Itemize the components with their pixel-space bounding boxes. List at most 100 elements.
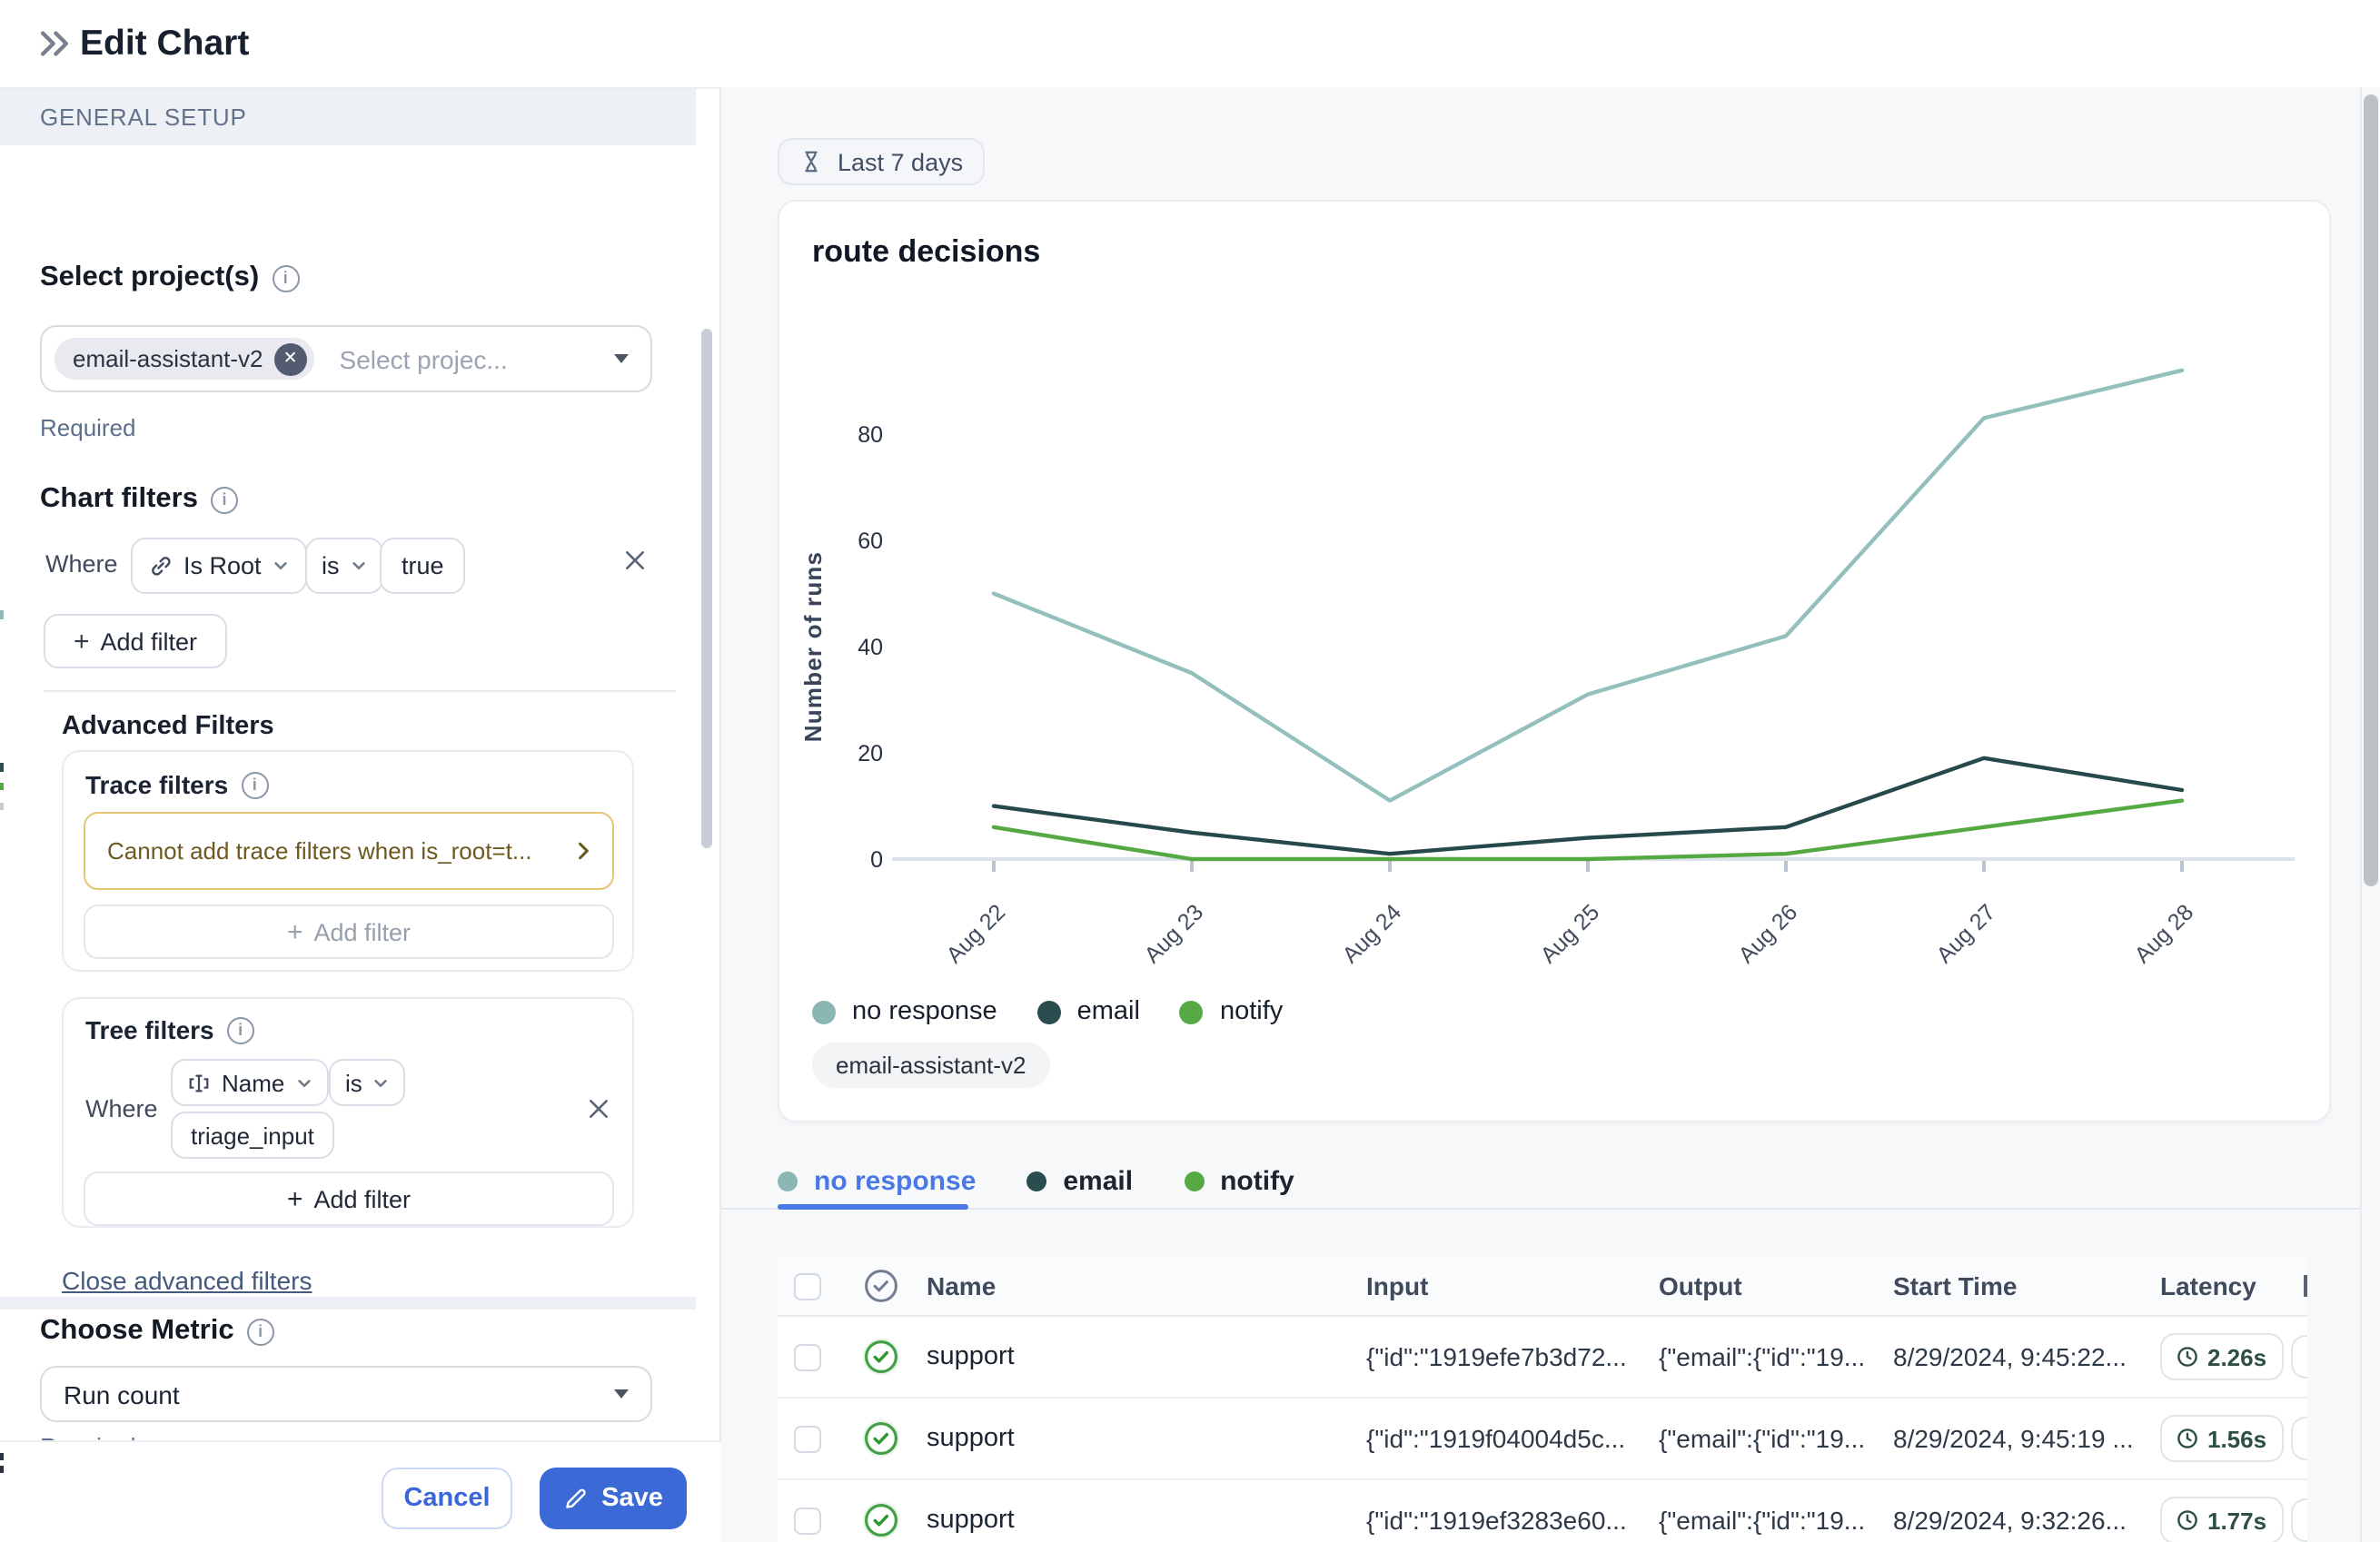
chevron-down-icon bbox=[614, 1389, 629, 1399]
table-row[interactable]: support {"id":"1919ef3283e60... {"email"… bbox=[778, 1480, 2307, 1542]
y-tick-label: 0 bbox=[870, 847, 883, 873]
run-input: {"id":"1919f04004d5c... bbox=[1366, 1424, 1659, 1453]
trace-filters-warning[interactable]: Cannot add trace filters when is_root=t.… bbox=[84, 812, 614, 890]
row-checkbox[interactable] bbox=[794, 1507, 821, 1534]
link-icon bbox=[149, 554, 173, 578]
edit-chart-page: Edit Chart GENERAL SETUP Select project(… bbox=[0, 0, 2380, 1542]
chevron-down-icon bbox=[295, 1074, 312, 1091]
cancel-button[interactable]: Cancel bbox=[382, 1468, 512, 1529]
success-status-icon bbox=[861, 1337, 927, 1377]
hourglass-icon bbox=[799, 149, 823, 174]
clock-icon bbox=[2177, 1509, 2198, 1531]
where-label: Where bbox=[85, 1095, 158, 1122]
active-tab-underline bbox=[778, 1204, 968, 1210]
remove-filter-icon[interactable] bbox=[623, 549, 647, 572]
run-input: {"id":"1919efe7b3d72... bbox=[1366, 1342, 1659, 1371]
required-helper: Required bbox=[40, 414, 136, 441]
row-checkbox[interactable] bbox=[794, 1425, 821, 1452]
legend-item: no response bbox=[812, 997, 997, 1026]
series-line-email bbox=[994, 758, 2182, 854]
latency-badge: 1.77s bbox=[2160, 1497, 2283, 1542]
column-header-output[interactable]: Output bbox=[1659, 1271, 1893, 1300]
divider bbox=[44, 690, 676, 692]
tab-notify[interactable]: notify bbox=[1184, 1165, 1294, 1196]
project-select[interactable]: email-assistant-v2 ✕ Select projec... bbox=[40, 325, 652, 392]
run-output: {"email":{"id":"19... bbox=[1659, 1424, 1893, 1453]
collapse-panel-icon[interactable] bbox=[36, 25, 73, 62]
table-row[interactable]: support {"id":"1919efe7b3d72... {"email"… bbox=[778, 1317, 2307, 1399]
clipped-cell-pill bbox=[2291, 1417, 2307, 1460]
remove-tree-filter-icon[interactable] bbox=[587, 1097, 610, 1121]
info-icon bbox=[272, 264, 299, 292]
header: Edit Chart bbox=[0, 0, 2380, 89]
success-status-icon bbox=[861, 1418, 927, 1458]
tab-dot-icon bbox=[778, 1171, 798, 1191]
clock-icon bbox=[2177, 1346, 2198, 1368]
legend-dot-icon bbox=[812, 1000, 836, 1023]
run-name: support bbox=[927, 1506, 1366, 1535]
clipped-next-column bbox=[2304, 1275, 2307, 1297]
close-advanced-filters-link[interactable]: Close advanced filters bbox=[62, 1266, 312, 1295]
run-start-time: 8/29/2024, 9:32:26... bbox=[1893, 1506, 2160, 1535]
drawer-scrollbar[interactable] bbox=[701, 329, 712, 848]
select-projects-label: Select project(s) bbox=[40, 262, 299, 294]
y-axis-title: Number of runs bbox=[799, 551, 827, 742]
metric-select[interactable]: Run count bbox=[40, 1366, 652, 1422]
select-all-checkbox[interactable] bbox=[794, 1272, 821, 1300]
tree-filter-value-button[interactable]: triage_input bbox=[171, 1112, 334, 1159]
x-tick-label: Aug 24 bbox=[1337, 899, 1406, 968]
series-tabs: no response email notify bbox=[778, 1157, 1294, 1204]
chart-legend: no responseemailnotify bbox=[812, 997, 1283, 1026]
info-icon bbox=[211, 486, 238, 513]
runs-table: Name Input Output Start Time Latency sup… bbox=[778, 1257, 2307, 1542]
success-status-icon bbox=[861, 1500, 927, 1540]
column-header-name[interactable]: Name bbox=[927, 1271, 1366, 1300]
route-decisions-chart: Number of runs020406080Aug 22Aug 23Aug 2… bbox=[779, 202, 2329, 1121]
remove-project-icon[interactable]: ✕ bbox=[274, 342, 307, 375]
tab-no-response[interactable]: no response bbox=[778, 1165, 976, 1196]
column-header-start-time[interactable]: Start Time bbox=[1893, 1271, 2160, 1300]
y-tick-label: 40 bbox=[858, 635, 883, 660]
pencil-icon bbox=[563, 1486, 589, 1511]
column-header-latency[interactable]: Latency bbox=[2160, 1271, 2307, 1300]
filter-value-button[interactable]: true bbox=[380, 538, 466, 594]
time-range-badge[interactable]: Last 7 days bbox=[778, 138, 985, 185]
table-row[interactable]: support {"id":"1919f04004d5c... {"email"… bbox=[778, 1399, 2307, 1480]
tab-dot-icon bbox=[1026, 1171, 1046, 1191]
chevron-down-icon bbox=[373, 1074, 390, 1091]
run-start-time: 8/29/2024, 9:45:22... bbox=[1893, 1342, 2160, 1371]
clipped-cell-pill bbox=[2291, 1335, 2307, 1379]
status-column-icon bbox=[863, 1268, 927, 1304]
column-header-input[interactable]: Input bbox=[1366, 1271, 1659, 1300]
filter-field-button[interactable]: Is Root bbox=[131, 538, 307, 594]
row-checkbox[interactable] bbox=[794, 1343, 821, 1370]
y-tick-label: 80 bbox=[858, 422, 883, 448]
save-button[interactable]: Save bbox=[540, 1468, 687, 1529]
tree-filter-field-button[interactable]: Name bbox=[171, 1059, 328, 1106]
clipped-edge-mark bbox=[0, 783, 4, 790]
tree-filter-operator-button[interactable]: is bbox=[329, 1059, 406, 1106]
run-name: support bbox=[927, 1424, 1366, 1453]
chart-preview-panel: Last 7 days route decisions Number of ru… bbox=[721, 87, 2380, 1542]
chevron-down-icon bbox=[351, 558, 367, 574]
tree-filters-label: Tree filters bbox=[85, 1015, 254, 1044]
section-divider-band bbox=[0, 1297, 696, 1310]
latency-badge: 1.56s bbox=[2160, 1415, 2283, 1462]
legend-dot-icon bbox=[1037, 1000, 1061, 1023]
trace-filters-card: Trace filters Cannot add trace filters w… bbox=[62, 750, 634, 972]
tree-add-filter-button[interactable]: +Add filter bbox=[84, 1171, 614, 1226]
clipped-cell-pill bbox=[2291, 1498, 2307, 1542]
chevron-right-icon bbox=[574, 841, 594, 861]
tab-email[interactable]: email bbox=[1026, 1165, 1133, 1196]
advanced-filters-title: Advanced Filters bbox=[62, 712, 274, 741]
trace-add-filter-button[interactable]: +Add filter bbox=[84, 904, 614, 959]
run-name: support bbox=[927, 1342, 1366, 1371]
page-scrollbar-thumb[interactable] bbox=[2364, 94, 2378, 886]
filter-operator-button[interactable]: is bbox=[305, 538, 383, 594]
x-tick-label: Aug 26 bbox=[1733, 899, 1802, 968]
add-filter-button[interactable]: +Add filter bbox=[44, 614, 227, 668]
latency-badge: 2.26s bbox=[2160, 1333, 2283, 1380]
x-tick-label: Aug 28 bbox=[2129, 899, 2198, 968]
clipped-edge-mark bbox=[0, 803, 4, 810]
where-label: Where bbox=[45, 550, 118, 578]
